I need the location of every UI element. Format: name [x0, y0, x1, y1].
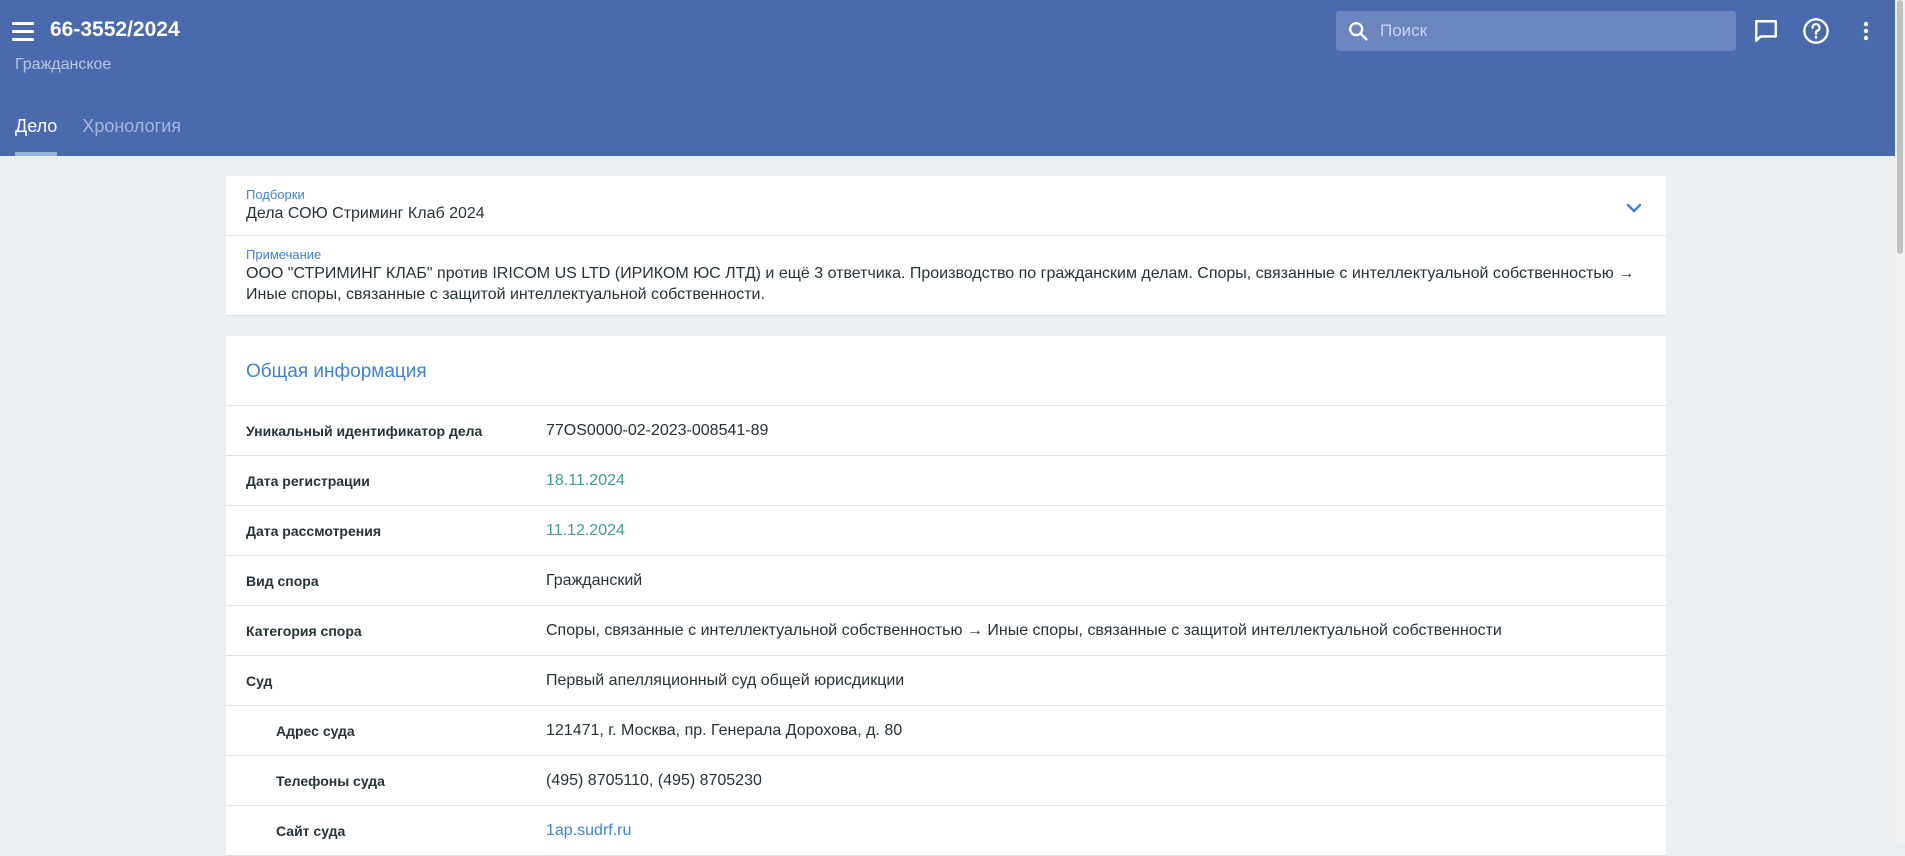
info-row-case-id: Уникальный идентификатор дела 77OS0000-0…: [226, 406, 1666, 456]
info-value: (495) 8705110, (495) 8705230: [546, 771, 762, 789]
info-key: Дата регистрации: [246, 472, 370, 489]
tab-case[interactable]: Дело: [15, 110, 58, 156]
note-label: Примечание: [246, 247, 322, 262]
scrollbar[interactable]: [1895, 0, 1905, 842]
info-row-court-address: Адрес суда 121471, г. Москва, пр. Генера…: [226, 706, 1666, 756]
hearing-date-link[interactable]: 11.12.2024: [546, 522, 625, 540]
note-field: Примечание ООО "СТРИМИНГ КЛАБ" против IR…: [226, 236, 1666, 316]
info-row-court: Суд Первый апелляционный суд общей юрисд…: [226, 656, 1666, 706]
info-value: 121471, г. Москва, пр. Генерала Дорохова…: [546, 721, 903, 739]
collections-field[interactable]: Подборки Дела СОЮ Стриминг Клаб 2024: [226, 176, 1666, 236]
more-vert-icon[interactable]: [1850, 15, 1882, 47]
info-row-hearing-date: Дата рассмотрения 11.12.2024: [226, 506, 1666, 556]
section-title: Общая информация: [226, 336, 1666, 406]
collections-label: Подборки: [246, 187, 305, 202]
search-box[interactable]: [1336, 11, 1736, 51]
page-title: 66-3552/2024: [50, 18, 180, 41]
info-key: Уникальный идентификатор дела: [246, 422, 483, 439]
tab-bar: Дело Хронология: [0, 110, 191, 156]
general-info-card: Общая информация Уникальный идентификато…: [226, 336, 1666, 856]
search-icon[interactable]: [1336, 11, 1380, 51]
help-icon[interactable]: [1800, 15, 1832, 47]
info-value: Споры, связанные с интеллектуальной собс…: [546, 621, 1502, 639]
collections-value: Дела СОЮ Стриминг Клаб 2024: [246, 205, 485, 222]
court-site-link[interactable]: 1ap.sudrf.ru: [546, 822, 631, 840]
info-row-dispute-type: Вид спора Гражданский: [226, 556, 1666, 606]
info-key: Телефоны суда: [276, 772, 385, 789]
info-row-court-site: Сайт суда 1ap.sudrf.ru: [226, 806, 1666, 856]
scrollbar-thumb[interactable]: [1897, 0, 1903, 254]
info-value: 77OS0000-02-2023-008541-89: [546, 421, 769, 439]
info-value: Первый апелляционный суд общей юрисдикци…: [546, 671, 905, 689]
app-header: 66-3552/2024 Гражданское Дело Хрон: [0, 0, 1895, 156]
registration-date-link[interactable]: 18.11.2024: [546, 472, 625, 490]
info-key: Адрес суда: [276, 722, 355, 739]
info-row-court-phones: Телефоны суда (495) 8705110, (495) 87052…: [226, 756, 1666, 806]
chevron-down-icon[interactable]: [1622, 196, 1646, 220]
info-row-dispute-category: Категория спора Споры, связанные с интел…: [226, 606, 1666, 656]
info-row-registration-date: Дата регистрации 18.11.2024: [226, 456, 1666, 506]
menu-icon[interactable]: [12, 18, 38, 44]
tab-chronology[interactable]: Хронология: [82, 110, 181, 156]
search-input[interactable]: [1380, 11, 1736, 51]
info-key: Вид спора: [246, 572, 319, 589]
chat-icon[interactable]: [1750, 15, 1782, 47]
collections-note-card: Подборки Дела СОЮ Стриминг Клаб 2024 При…: [226, 176, 1666, 316]
info-key: Дата рассмотрения: [246, 522, 382, 539]
info-key: Сайт суда: [276, 822, 346, 839]
info-value: Гражданский: [546, 571, 643, 589]
info-key: Суд: [246, 672, 273, 689]
info-key: Категория спора: [246, 622, 362, 639]
note-value: ООО "СТРИМИНГ КЛАБ" против IRICOM US LTD…: [246, 265, 1635, 303]
case-type-subtitle: Гражданское: [15, 56, 112, 73]
